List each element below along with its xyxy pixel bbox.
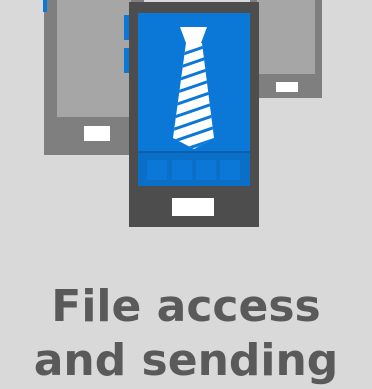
back-right-device: [250, 0, 322, 98]
back-left-device: [43, 0, 144, 155]
devices-graphic: [43, 0, 322, 227]
caption-line-2: and sending: [33, 335, 339, 386]
caption-line-1: File access: [51, 281, 321, 332]
illustration: [0, 0, 372, 240]
front-phone-device: [129, 2, 259, 227]
